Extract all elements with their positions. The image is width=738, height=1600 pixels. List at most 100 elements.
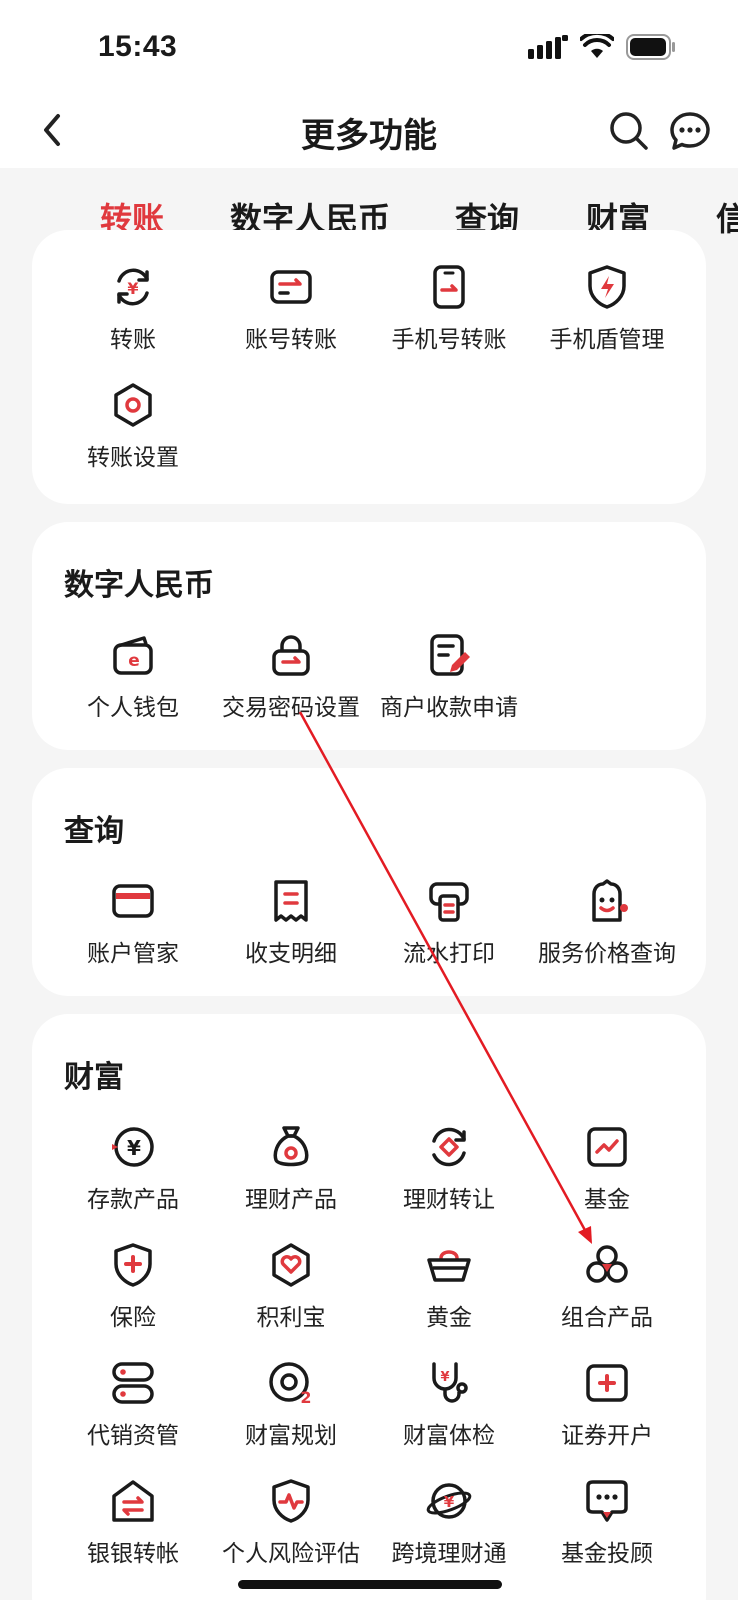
grid-item-label: 基金投顾 bbox=[561, 1540, 653, 1566]
status-icons bbox=[528, 34, 676, 60]
grid-item-label: 收支明细 bbox=[245, 940, 337, 966]
yuan-coin-icon: ¥ bbox=[112, 1127, 154, 1167]
lock-icon bbox=[272, 635, 310, 676]
tab-credit[interactable]: 信 bbox=[716, 194, 738, 240]
grid-item-label: 账号转账 bbox=[245, 326, 337, 352]
grid-item-price-query[interactable]: 服务价格查询 bbox=[528, 878, 686, 988]
ecny-card: 数字人民币 e 个人钱包 交易密码设置 商户收款申请 bbox=[32, 522, 706, 750]
grid-item-statement[interactable]: 收支明细 bbox=[212, 878, 370, 988]
home-indicator bbox=[238, 1580, 502, 1589]
grid-item-label: 存款产品 bbox=[87, 1186, 179, 1212]
grid-item-label: 证券开户 bbox=[561, 1422, 653, 1448]
transfer-card: ¥ 转账 账号转账 手机号转账 手机盾管理 转账设置 bbox=[32, 230, 706, 504]
grid-item-wallet[interactable]: e 个人钱包 bbox=[54, 632, 212, 742]
bank-transfer-icon bbox=[112, 1480, 154, 1522]
grid-item-label: 手机号转账 bbox=[391, 326, 507, 352]
card-icon bbox=[112, 884, 154, 918]
globe-yuan-icon: ¥ bbox=[426, 1483, 472, 1519]
grid-item-label: 服务价格查询 bbox=[538, 940, 676, 966]
grid-item-label: 跨境理财通 bbox=[391, 1540, 507, 1566]
grid-item-label: 组合产品 bbox=[561, 1304, 653, 1330]
portfolio-icon bbox=[586, 1245, 628, 1283]
grid-item-wealth-product[interactable]: 理财产品 bbox=[212, 1124, 370, 1234]
grid-item-account-transfer[interactable]: 账号转账 bbox=[212, 264, 370, 374]
wealth-card: 财富 ¥ 存款产品 理财产品 理财转让 基金 保险 积利宝 黄金 组合产品 代销… bbox=[32, 1014, 706, 1600]
grid-item-fund[interactable]: 基金 bbox=[528, 1124, 686, 1234]
grid-item-phone-shield[interactable]: 手机盾管理 bbox=[528, 264, 686, 374]
shield-plus-icon bbox=[114, 1243, 152, 1287]
grid-item-label: 基金 bbox=[584, 1186, 630, 1212]
grid-item-risk-assess[interactable]: 个人风险评估 bbox=[212, 1478, 370, 1588]
signal-icon bbox=[528, 35, 568, 59]
grid-item-cross-border[interactable]: ¥ 跨境理财通 bbox=[370, 1478, 528, 1588]
grid-item-label: 财富体检 bbox=[403, 1422, 495, 1448]
grid-item-wealth-plan[interactable]: 2 财富规划 bbox=[212, 1360, 370, 1470]
nav-bar: 更多功能 bbox=[0, 92, 738, 168]
grid-item-label: 交易密码设置 bbox=[222, 694, 360, 720]
plan-icon: 2 bbox=[269, 1362, 312, 1406]
battery-icon bbox=[626, 34, 675, 60]
money-bag-icon bbox=[273, 1126, 309, 1167]
grid-item-trade-password[interactable]: 交易密码设置 bbox=[212, 632, 370, 742]
grid-item-merchant-apply[interactable]: 商户收款申请 bbox=[370, 632, 528, 742]
stethoscope-icon: ¥ bbox=[432, 1362, 468, 1403]
status-time: 15:43 bbox=[98, 30, 178, 63]
grid-item-print[interactable]: 流水打印 bbox=[370, 878, 528, 988]
chat-bubble-icon bbox=[670, 112, 710, 150]
grid-item-securities[interactable]: 证券开户 bbox=[528, 1360, 686, 1470]
grid-item-label: 银银转帐 bbox=[87, 1540, 179, 1566]
wifi-icon bbox=[580, 34, 614, 58]
grid-item-label: 手机盾管理 bbox=[549, 326, 665, 352]
message-button[interactable] bbox=[668, 110, 712, 152]
grid-item-wealth-checkup[interactable]: ¥ 财富体检 bbox=[370, 1360, 528, 1470]
receipt-icon bbox=[274, 880, 308, 922]
grid-item-bank-transfer[interactable]: 银银转帐 bbox=[54, 1478, 212, 1588]
grid-item-insurance[interactable]: 保险 bbox=[54, 1242, 212, 1352]
card-transfer-icon bbox=[270, 270, 312, 304]
section-title: 财富 bbox=[64, 1061, 124, 1094]
grid-item-label: 理财转让 bbox=[403, 1186, 495, 1212]
grid-item-fund-advisor[interactable]: 基金投顾 bbox=[528, 1478, 686, 1588]
search-button[interactable] bbox=[608, 110, 650, 152]
gold-ingot-icon bbox=[427, 1250, 471, 1282]
grid-item-label: 理财产品 bbox=[245, 1186, 337, 1212]
phone-transfer-icon bbox=[433, 265, 465, 309]
wallet-icon: e bbox=[113, 636, 153, 675]
svg-text:e: e bbox=[128, 651, 140, 671]
svg-text:¥: ¥ bbox=[127, 279, 138, 298]
grid-item-label: 代销资管 bbox=[87, 1422, 179, 1448]
grid-item-label: 商户收款申请 bbox=[380, 694, 518, 720]
chat-advisor-icon bbox=[586, 1480, 628, 1522]
grid-item-asset-mgmt[interactable]: 代销资管 bbox=[54, 1360, 212, 1470]
grid-item-transfer[interactable]: ¥ 转账 bbox=[54, 264, 212, 374]
grid-item-phone-transfer[interactable]: 手机号转账 bbox=[370, 264, 528, 374]
svg-text:¥: ¥ bbox=[127, 1136, 141, 1160]
grid-item-label: 转账设置 bbox=[87, 444, 179, 470]
grid-item-label: 个人风险评估 bbox=[222, 1540, 360, 1566]
grid-item-label: 积利宝 bbox=[256, 1304, 326, 1330]
status-bar: 15:43 bbox=[0, 0, 738, 92]
server-icon bbox=[112, 1362, 154, 1404]
hexagon-heart-icon bbox=[272, 1243, 310, 1287]
grid-item-jilibao[interactable]: 积利宝 bbox=[212, 1242, 370, 1352]
grid-item-portfolio[interactable]: 组合产品 bbox=[528, 1242, 686, 1352]
form-edit-icon bbox=[430, 634, 470, 676]
grid-item-label: 个人钱包 bbox=[87, 694, 179, 720]
hexagon-settings-icon bbox=[114, 383, 152, 427]
svg-text:2: 2 bbox=[300, 1388, 311, 1406]
section-title: 数字人民币 bbox=[64, 569, 214, 602]
grid-item-deposit[interactable]: ¥ 存款产品 bbox=[54, 1124, 212, 1234]
service-face-icon bbox=[592, 879, 628, 922]
shield-pulse-icon bbox=[272, 1479, 310, 1523]
svg-text:¥: ¥ bbox=[444, 1493, 455, 1511]
grid-item-label: 流水打印 bbox=[403, 940, 495, 966]
grid-item-account-manager[interactable]: 账户管家 bbox=[54, 878, 212, 988]
grid-item-wealth-transfer[interactable]: 理财转让 bbox=[370, 1124, 528, 1234]
grid-item-gold[interactable]: 黄金 bbox=[370, 1242, 528, 1352]
yuan-transfer-icon: ¥ bbox=[117, 268, 149, 306]
grid-item-transfer-settings[interactable]: 转账设置 bbox=[54, 382, 212, 492]
grid-item-label: 账户管家 bbox=[87, 940, 179, 966]
chart-icon bbox=[587, 1127, 627, 1167]
shield-bolt-icon bbox=[588, 265, 626, 309]
exchange-icon bbox=[432, 1127, 466, 1167]
